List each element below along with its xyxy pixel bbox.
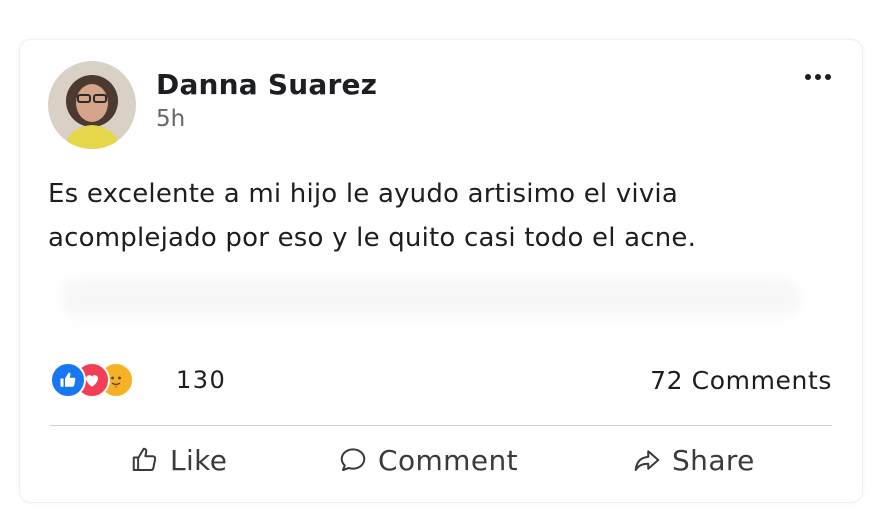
post-card: Danna Suarez 5h Es excelente a mi hijo l… [19,39,863,503]
post-time[interactable]: 5h [156,106,185,132]
post-text: Es excelente a mi hijo le ayudo artisimo… [48,172,828,260]
comments-count[interactable]: 72 Comments [650,366,832,395]
more-options-icon[interactable] [803,68,833,88]
comment-bubble-icon [340,448,366,471]
share-arrow-icon [634,450,660,471]
share-label: Share [672,443,755,477]
post-text-line-1: Es excelente a mi hijo le ayudo artisimo… [48,179,678,209]
reaction-icons[interactable] [50,362,134,398]
like-icon [50,362,86,398]
thumbs-up-icon [132,447,157,471]
like-button[interactable]: Like [130,440,227,480]
avatar[interactable] [48,61,136,149]
blurred-area [60,278,800,318]
post-text-line-2: acomplejado por eso y le quito casi todo… [48,223,697,253]
like-label: Like [170,443,228,477]
divider [50,425,832,426]
comment-button[interactable]: Comment [338,440,518,480]
comment-label: Comment [378,443,518,477]
avatar-image [48,61,136,149]
author-name[interactable]: Danna Suarez [156,68,377,101]
share-button[interactable]: Share [632,440,755,480]
reaction-count[interactable]: 130 [176,366,226,394]
